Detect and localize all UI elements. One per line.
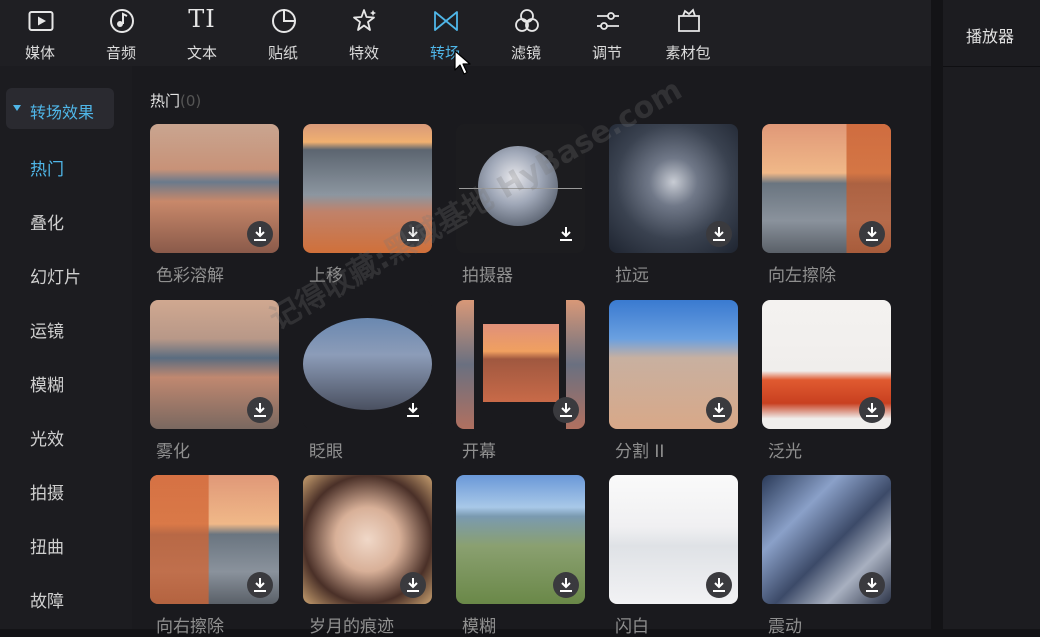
card-label: 上移	[309, 266, 343, 286]
download-icon[interactable]	[859, 397, 885, 423]
card-label: 色彩溶解	[156, 266, 224, 286]
download-icon[interactable]	[706, 397, 732, 423]
sparkle-star-icon	[353, 9, 376, 31]
tool-sticker[interactable]: 贴纸	[247, 0, 319, 66]
tool-label: 媒体	[24, 44, 55, 62]
tool-label: 音频	[105, 44, 136, 62]
card-label: 分割 II	[615, 442, 665, 462]
player-panel: 播放器	[943, 0, 1040, 629]
sidebar-item-camera-move[interactable]: 运镜	[30, 317, 64, 342]
thumb-left-strip	[456, 300, 474, 429]
tool-text[interactable]: TI 文本	[166, 0, 238, 66]
transition-card[interactable]	[609, 124, 738, 253]
transition-card[interactable]	[609, 300, 738, 429]
card-label: 闪白	[615, 617, 649, 637]
transition-card[interactable]	[303, 475, 432, 604]
transition-card[interactable]	[150, 124, 279, 253]
transition-card[interactable]	[609, 475, 738, 604]
transition-card[interactable]	[456, 300, 585, 429]
transition-card[interactable]	[150, 300, 279, 429]
tool-filter[interactable]: 滤镜	[490, 0, 562, 66]
download-icon[interactable]	[247, 221, 273, 247]
transition-card[interactable]	[303, 300, 432, 429]
card-label: 雾化	[156, 442, 190, 462]
card-label: 岁月的痕迹	[309, 617, 394, 637]
tool-label: 贴纸	[267, 44, 298, 62]
sliders-icon	[597, 12, 619, 30]
sidebar-item-blur[interactable]: 模糊	[30, 371, 64, 396]
card-label: 向左擦除	[768, 266, 836, 286]
sidebar-item-hot[interactable]: 热门	[30, 155, 64, 180]
transition-grid-panel: 热门(0) 色彩溶解 上移 拍摄器 拉远 向左擦除 雾化 眨眼 开幕 分割 II…	[132, 66, 931, 637]
sidebar-item-slideshow[interactable]: 幻灯片	[30, 263, 81, 288]
thumb-circle	[478, 146, 558, 226]
player-title: 播放器	[966, 27, 1015, 46]
tool-effects[interactable]: 特效	[328, 0, 400, 66]
sidebar-item-dissolve[interactable]: 叠化	[30, 209, 64, 234]
download-icon[interactable]	[247, 572, 273, 598]
card-label: 拉远	[615, 266, 649, 286]
transition-card[interactable]	[762, 475, 891, 604]
sidebar-item-distort[interactable]: 扭曲	[30, 533, 64, 558]
media-play-icon	[28, 11, 54, 31]
caret-down-icon	[13, 105, 21, 111]
download-icon[interactable]	[400, 572, 426, 598]
card-label: 震动	[768, 617, 802, 637]
filter-circles-icon	[515, 9, 539, 32]
music-note-icon	[110, 9, 134, 33]
download-icon[interactable]	[859, 572, 885, 598]
sidebar-item-shoot[interactable]: 拍摄	[30, 479, 64, 504]
transition-card[interactable]	[762, 124, 891, 253]
tool-adjust[interactable]: 调节	[571, 0, 643, 66]
tool-label: 特效	[348, 44, 379, 62]
transition-card[interactable]	[456, 475, 585, 604]
download-icon[interactable]	[859, 221, 885, 247]
card-label: 泛光	[768, 442, 802, 462]
download-icon[interactable]	[400, 397, 426, 423]
card-label: 拍摄器	[462, 266, 513, 286]
tool-material-pack[interactable]: 素材包	[652, 0, 724, 66]
material-pack-icon	[678, 8, 700, 32]
download-icon[interactable]	[706, 221, 732, 247]
tool-media[interactable]: 媒体	[4, 0, 76, 66]
sidebar-header-label: 转场效果	[30, 103, 95, 122]
sidebar-item-light[interactable]: 光效	[30, 425, 64, 450]
tool-label: 素材包	[665, 44, 711, 62]
transition-effects-header[interactable]: 转场效果	[6, 88, 114, 129]
sidebar-item-glitch[interactable]: 故障	[30, 587, 64, 612]
thumb-center-panel	[483, 324, 559, 402]
sticker-icon	[272, 8, 297, 33]
download-icon[interactable]	[706, 572, 732, 598]
section-count: (0)	[180, 92, 202, 110]
download-icon[interactable]	[247, 397, 273, 423]
card-label: 模糊	[462, 617, 496, 637]
download-icon[interactable]	[400, 221, 426, 247]
tool-label: 文本	[186, 44, 217, 62]
tool-audio[interactable]: 音频	[85, 0, 157, 66]
tool-label: 滤镜	[510, 44, 541, 62]
mouse-cursor-icon	[454, 50, 471, 75]
thumb-line	[459, 188, 582, 189]
transition-card[interactable]	[762, 300, 891, 429]
category-sidebar: 转场效果 热门 叠化 幻灯片 运镜 模糊 光效 拍摄 扭曲 故障	[0, 66, 132, 629]
transition-card[interactable]	[303, 124, 432, 253]
transition-card[interactable]	[150, 475, 279, 604]
download-icon[interactable]	[553, 572, 579, 598]
text-ti-icon: TI	[188, 5, 216, 33]
tool-label: 调节	[591, 44, 622, 62]
card-label: 眨眼	[309, 442, 343, 462]
transition-card[interactable]	[456, 124, 585, 253]
card-label: 向右擦除	[156, 617, 224, 637]
transition-bowtie-icon	[434, 11, 458, 31]
section-title-text: 热门	[150, 92, 181, 110]
card-label: 开幕	[462, 442, 496, 462]
download-icon[interactable]	[553, 221, 579, 247]
download-icon[interactable]	[553, 397, 579, 423]
section-title: 热门(0)	[150, 90, 201, 111]
